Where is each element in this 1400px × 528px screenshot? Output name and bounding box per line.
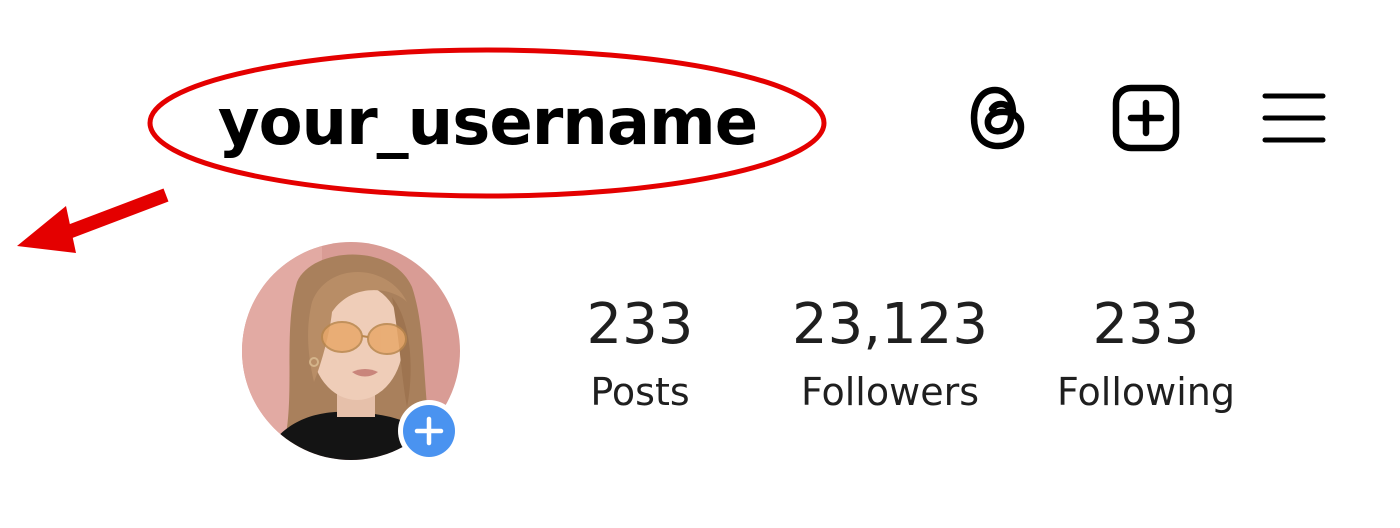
following-stat[interactable]: 233 Following [1016, 290, 1276, 416]
following-label: Following [1057, 370, 1235, 414]
annotation-arrow [17, 188, 169, 253]
plus-icon [414, 416, 444, 446]
posts-stat[interactable]: 233 Posts [510, 290, 770, 416]
followers-count: 23,123 [792, 292, 988, 357]
add-story-button[interactable] [398, 400, 460, 462]
threads-icon[interactable] [962, 82, 1034, 154]
profile-username[interactable]: your_username [150, 48, 825, 198]
menu-icon[interactable] [1258, 82, 1330, 154]
following-count: 233 [1092, 292, 1200, 357]
followers-label: Followers [801, 370, 979, 414]
create-post-icon[interactable] [1110, 82, 1182, 154]
posts-count: 233 [586, 292, 694, 357]
followers-stat[interactable]: 23,123 Followers [760, 290, 1020, 416]
add-story-badge [403, 405, 455, 457]
posts-label: Posts [590, 370, 690, 414]
profile-screen: your_username 233 Posts 23,123 Followers… [0, 0, 1400, 528]
